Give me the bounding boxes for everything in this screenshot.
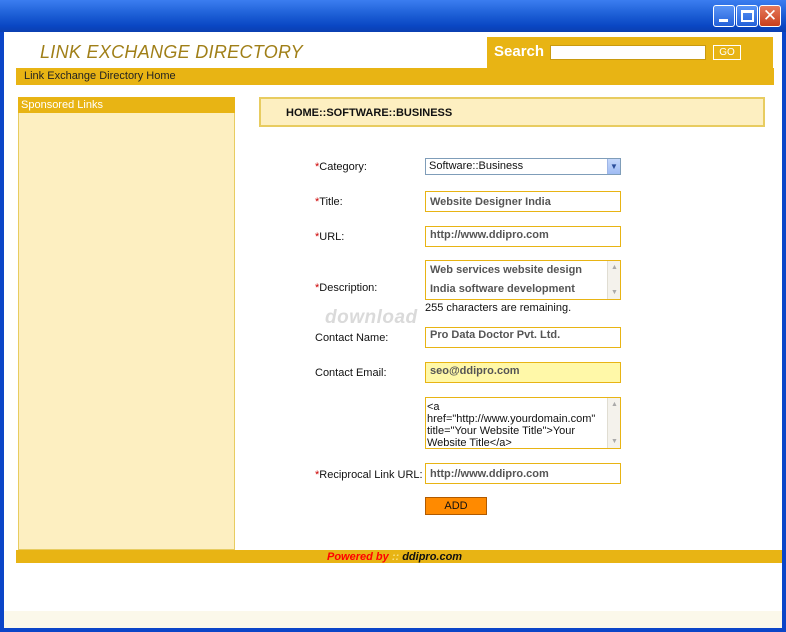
characters-remaining: 255 characters are remaining.	[425, 302, 572, 314]
reciprocal-url-input[interactable]: http://www.ddipro.com	[425, 463, 621, 484]
minimize-button[interactable]	[713, 5, 735, 27]
link-code-text: <a href="http://www.yourdomain.com" titl…	[427, 401, 596, 449]
scroll-down-icon[interactable]: ▼	[609, 287, 620, 298]
site-title: LINK EXCHANGE DIRECTORY	[40, 42, 303, 62]
add-button[interactable]: ADD	[425, 497, 487, 515]
sidebar-panel	[18, 97, 235, 550]
description-line-2: India software development	[430, 283, 575, 295]
bottom-strip	[4, 611, 782, 628]
window-frame-right	[782, 32, 786, 632]
search-input[interactable]	[550, 45, 706, 60]
link-code-scrollbar[interactable]: ▲ ▼	[607, 398, 620, 448]
close-icon: ✕	[762, 6, 778, 26]
close-button[interactable]: ✕	[759, 5, 781, 27]
description-textarea[interactable]: Web services website design India softwa…	[425, 260, 621, 300]
powered-by: Powered by :: ddipro.com	[327, 551, 462, 563]
description-label: *Description:	[315, 282, 378, 294]
scroll-up-icon[interactable]: ▲	[609, 262, 620, 273]
nav-home-link[interactable]: Link Exchange Directory Home	[24, 70, 176, 82]
download-watermark: download	[325, 307, 418, 328]
go-button[interactable]: GO	[713, 45, 741, 60]
minimize-icon	[719, 19, 728, 22]
category-select[interactable]: Software::Business	[425, 158, 621, 175]
scroll-up-icon[interactable]: ▲	[609, 399, 620, 410]
contact-email-label: Contact Email:	[315, 367, 387, 379]
powered-by-separator: ::	[391, 551, 400, 563]
link-code-textarea[interactable]: <a href="http://www.yourdomain.com" titl…	[425, 397, 621, 449]
url-input[interactable]: http://www.ddipro.com	[425, 226, 621, 247]
breadcrumb[interactable]: HOME::SOFTWARE::BUSINESS	[286, 107, 452, 119]
search-label: Search	[494, 43, 545, 60]
reciprocal-url-label: *Reciprocal Link URL:	[315, 469, 423, 481]
scroll-down-icon[interactable]: ▼	[609, 436, 620, 447]
window-frame-left	[0, 32, 4, 632]
contact-name-label: Contact Name:	[315, 332, 389, 344]
chevron-down-icon[interactable]: ▼	[607, 159, 620, 174]
url-label: *URL:	[315, 231, 345, 243]
contact-name-input[interactable]: Pro Data Doctor Pvt. Ltd.	[425, 327, 621, 348]
window-frame-bottom	[0, 628, 786, 632]
category-label: *Category:	[315, 161, 367, 173]
description-line-1: Web services website design	[430, 264, 583, 276]
window-title-bar[interactable]	[0, 0, 786, 32]
description-scrollbar[interactable]: ▲ ▼	[607, 261, 620, 299]
maximize-icon	[741, 10, 754, 22]
powered-by-site[interactable]: ddipro.com	[402, 551, 462, 563]
powered-by-label: Powered by	[327, 551, 389, 563]
contact-email-input[interactable]: seo@ddipro.com	[425, 362, 621, 383]
maximize-button[interactable]	[736, 5, 758, 27]
title-label: *Title:	[315, 196, 343, 208]
sidebar-title: Sponsored Links	[21, 99, 103, 111]
title-input[interactable]: Website Designer India	[425, 191, 621, 212]
